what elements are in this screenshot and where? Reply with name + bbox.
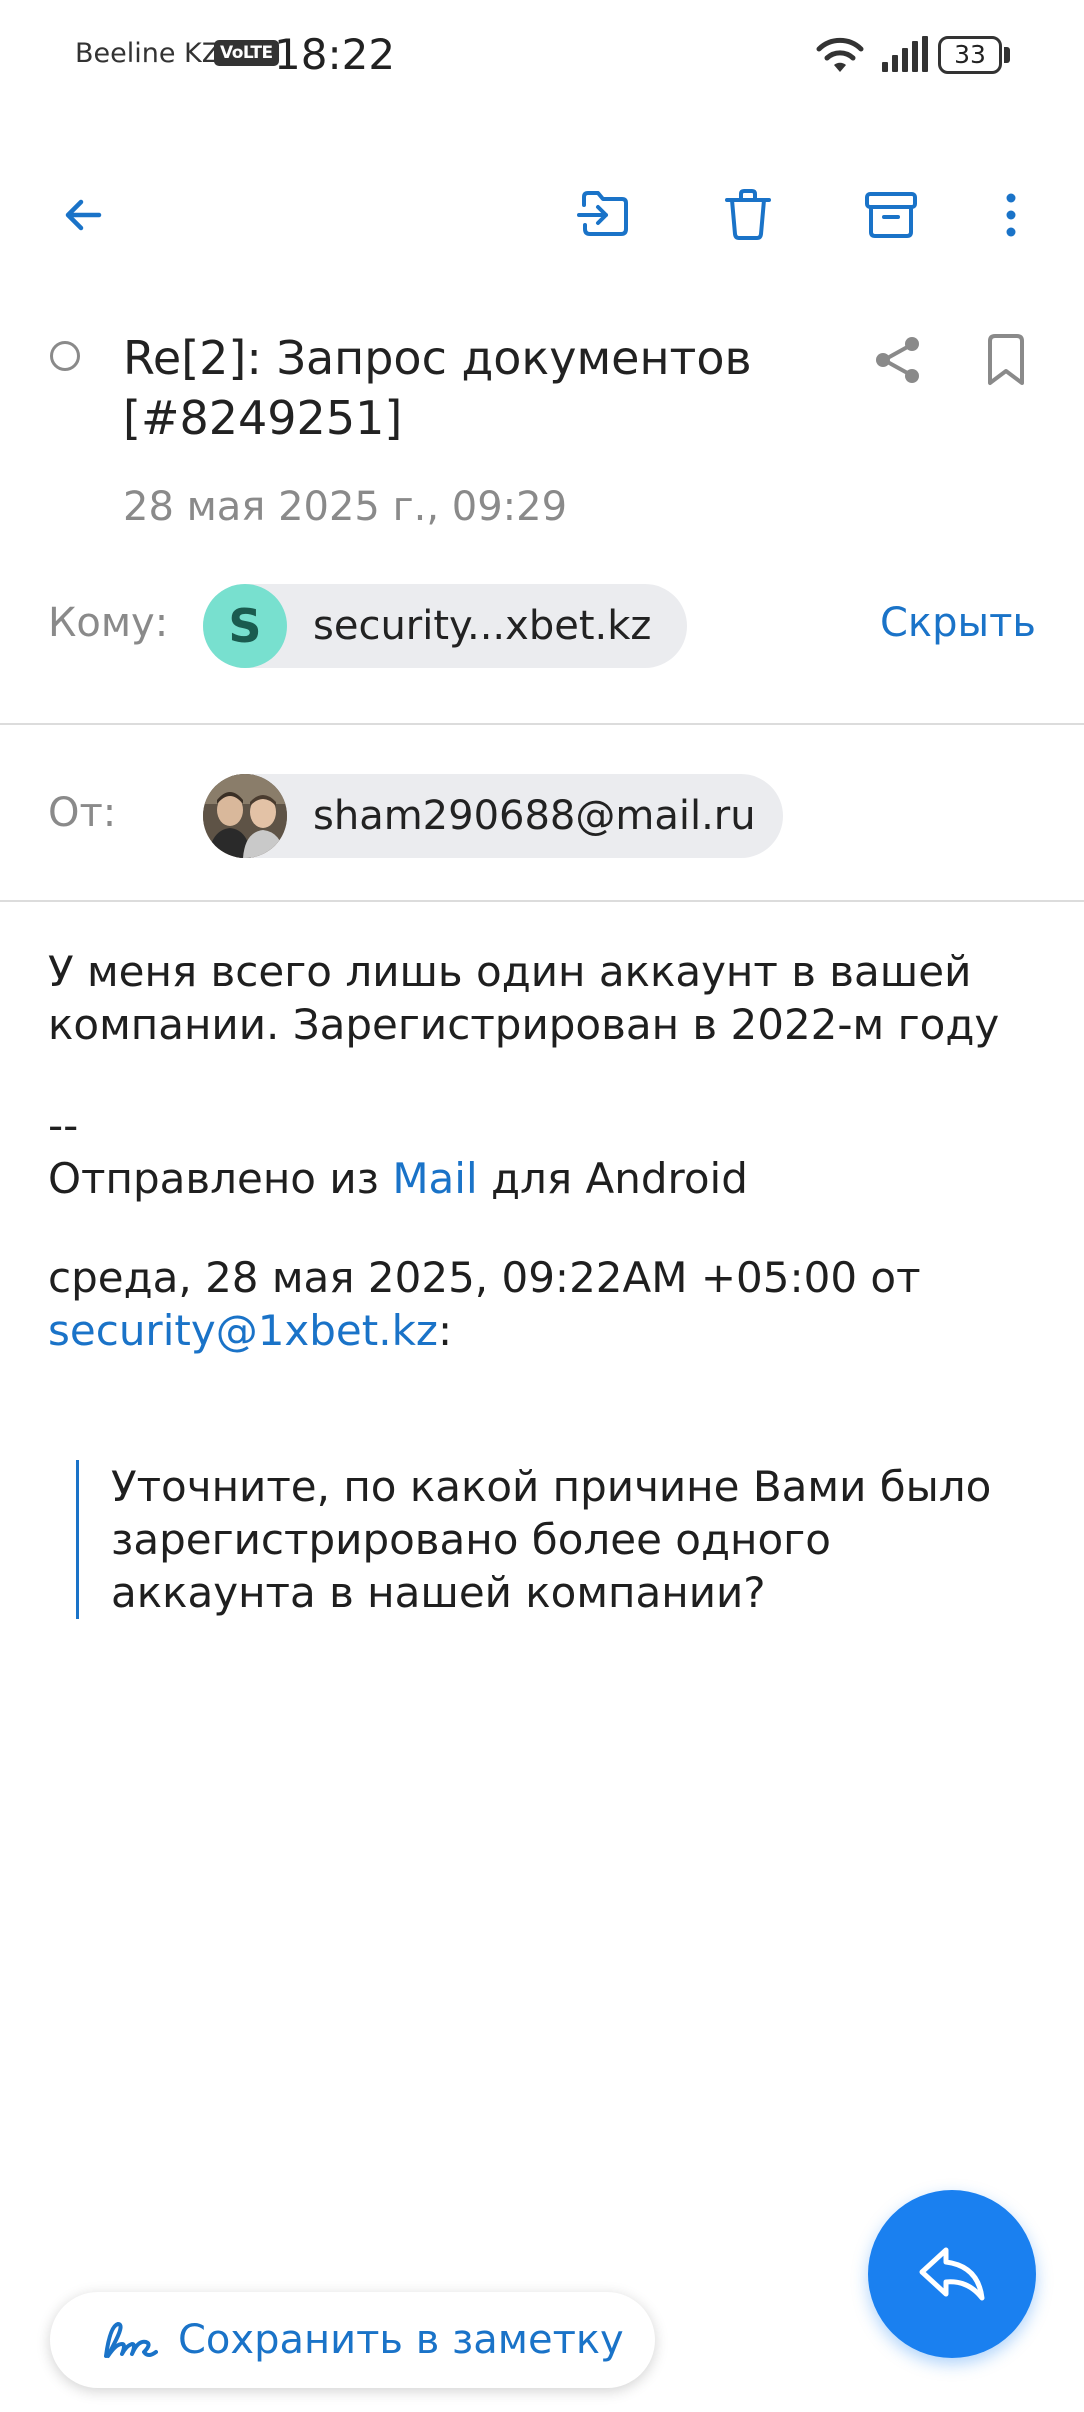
reply-icon [919,2247,985,2301]
divider [0,900,1084,902]
signal-icon [882,36,928,72]
message-date: 28 мая 2025 г., 09:29 [123,484,568,530]
mail-app-link[interactable]: Mail [392,1154,477,1203]
hide-details-link[interactable]: Скрыть [880,600,1036,646]
more-vert-icon [1006,193,1016,237]
move-to-folder-button[interactable] [560,170,650,260]
share-icon [876,337,919,383]
message-body: У меня всего лишь один аккаунт в вашей к… [48,945,1048,1357]
sender-chip[interactable]: sham290688@mail.ru [203,774,783,858]
move-to-folder-icon [577,191,628,236]
wifi-icon [816,37,864,72]
trash-icon [725,189,771,240]
body-text: У меня всего лишь один аккаунт в вашей к… [48,947,1000,1049]
battery-icon: 33 [938,36,1010,74]
toolbar [0,170,1084,270]
save-to-note-label: Сохранить в заметку [178,2317,624,2363]
reply-header-colon: : [437,1306,453,1355]
archive-button[interactable] [846,170,936,260]
signature-suffix: для Android [477,1154,748,1203]
original-sender-link[interactable]: security@1xbet.kz [48,1306,438,1355]
reply-button[interactable] [868,2190,1036,2358]
avatar-photo-icon [203,774,287,858]
message-subject: Re[2]: Запрос документов [#8249251] [123,331,752,445]
sender-address: sham290688@mail.ru [313,793,756,839]
bookmark-icon [988,334,1024,385]
quoted-message: Уточните, по какой причине Вами было зар… [76,1460,1036,1619]
bookmark-button[interactable] [970,324,1042,396]
status-time: 18:22 [274,30,396,79]
battery-level: 33 [938,36,1002,74]
recipient-chip[interactable]: S security...xbet.kz [203,584,687,668]
reply-header: среда, 28 мая 2025, 09:22AM +05:00 от [48,1253,921,1302]
volte-badge: VoLTE [214,40,279,66]
avatar: S [203,584,287,668]
signature-separator: -- [48,1101,79,1150]
from-label: От: [48,790,117,836]
archive-icon [865,192,917,238]
signature-line: Отправлено из Mail для Android [48,1152,1048,1205]
share-button[interactable] [862,324,934,396]
save-to-note-button[interactable]: Сохранить в заметку [50,2292,655,2388]
sender-avatar [203,774,287,858]
back-arrow-icon [65,199,102,231]
carrier-name: Beeline KZ [75,38,221,69]
more-options-button[interactable] [966,170,1056,260]
read-status-toggle[interactable] [50,341,80,371]
to-label: Кому: [48,600,169,646]
signature-prefix: Отправлено из [48,1154,393,1203]
delete-button[interactable] [703,170,793,260]
status-bar: Beeline KZ VoLTE 18:22 33 [0,0,1084,110]
recipient-address: security...xbet.kz [313,603,652,649]
note-icon [102,2316,158,2364]
back-button[interactable] [38,170,128,260]
reply-header-address-line: security@1xbet.kz: [48,1304,1048,1357]
divider [0,723,1084,725]
